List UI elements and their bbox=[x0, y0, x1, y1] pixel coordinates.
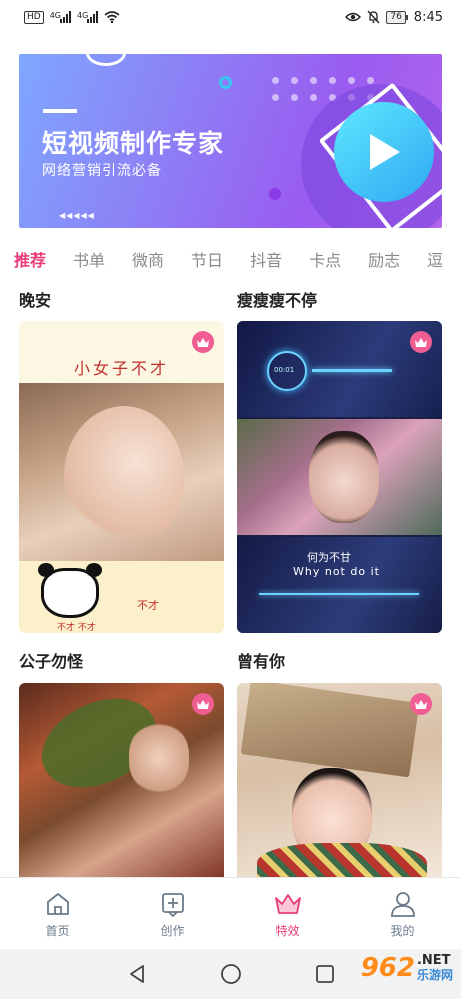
nav-label: 特效 bbox=[275, 924, 300, 938]
signal-icon: 4G bbox=[50, 11, 71, 23]
nav-create[interactable]: 创作 bbox=[115, 878, 230, 949]
nav-label: 首页 bbox=[45, 924, 70, 938]
status-left: HD 4G 4G bbox=[24, 10, 120, 24]
hd-chip: HD bbox=[24, 10, 44, 24]
card-clock-text: 00:01 bbox=[274, 366, 295, 374]
user-icon bbox=[390, 892, 415, 917]
crown-icon bbox=[192, 331, 214, 353]
template-card[interactable] bbox=[237, 683, 442, 883]
tab-funny[interactable]: 逗 bbox=[427, 247, 443, 271]
banner-dash bbox=[43, 109, 77, 113]
promo-banner[interactable]: 短视频制作专家 网络营销引流必备 ◀◀◀◀◀ bbox=[19, 54, 442, 228]
tab-douyin[interactable]: 抖音 bbox=[250, 247, 282, 271]
watermark-number: 962 bbox=[360, 953, 415, 983]
signal-icon: 4G bbox=[77, 11, 99, 23]
clock: 8:45 bbox=[413, 9, 443, 25]
recents-icon[interactable] bbox=[314, 963, 336, 985]
crown-icon bbox=[274, 894, 301, 914]
crown-icon bbox=[410, 331, 432, 353]
card-header-text: 小女子不才 bbox=[73, 359, 169, 378]
tab-inspiration[interactable]: 励志 bbox=[368, 247, 400, 271]
card-sub-text: 不才 不才 bbox=[57, 623, 96, 633]
status-right: 76 8:45 bbox=[345, 10, 443, 25]
status-bar: HD 4G 4G 76 8:45 bbox=[0, 0, 461, 34]
back-icon[interactable] bbox=[126, 963, 148, 985]
template-card[interactable]: 00:01 何为不甘 Why not do it bbox=[237, 321, 442, 633]
section-title: 公子勿怪 bbox=[19, 652, 84, 671]
banner-title: 短视频制作专家 bbox=[42, 129, 225, 158]
crown-icon bbox=[192, 693, 214, 715]
card-sub-text: 不才 bbox=[137, 599, 159, 612]
category-tabs: 推荐 书单 微商 节日 抖音 卡点 励志 逗 bbox=[0, 242, 461, 276]
site-watermark: 962 .NET 乐游网 bbox=[361, 953, 453, 983]
watermark-text: 乐游网 bbox=[416, 968, 453, 982]
tab-booklist[interactable]: 书单 bbox=[73, 247, 105, 271]
banner-subtitle: 网络营销引流必备 bbox=[42, 163, 162, 179]
template-card[interactable]: 小女子不才 不才 不才 不才 bbox=[19, 321, 224, 633]
section-title: 晚安 bbox=[19, 291, 52, 310]
nav-label: 我的 bbox=[390, 924, 415, 938]
tab-recommend[interactable]: 推荐 bbox=[14, 247, 46, 271]
watermark-suffix: .NET bbox=[416, 953, 451, 968]
tab-beat-sync[interactable]: 卡点 bbox=[309, 247, 341, 271]
home-icon bbox=[46, 893, 69, 915]
mute-bell-icon bbox=[367, 10, 380, 24]
decor-dot-ring bbox=[219, 76, 232, 89]
card-caption: Why not do it bbox=[293, 565, 380, 578]
nav-effects[interactable]: 特效 bbox=[230, 878, 345, 949]
eye-icon bbox=[345, 12, 362, 22]
card-caption: 何为不甘 bbox=[307, 551, 351, 564]
nav-me[interactable]: 我的 bbox=[345, 878, 460, 949]
tab-wechat-business[interactable]: 微商 bbox=[132, 247, 164, 271]
battery-icon: 76 bbox=[386, 10, 408, 24]
section-title: 曾有你 bbox=[237, 652, 286, 671]
decor-dot bbox=[269, 188, 281, 200]
panda-meme-image bbox=[38, 563, 102, 618]
bottom-nav: 首页 创作 特效 我的 bbox=[0, 877, 461, 949]
wifi-icon bbox=[104, 11, 120, 23]
card-photo bbox=[237, 419, 442, 535]
banner-arrows: ◀◀◀◀◀ bbox=[59, 211, 95, 220]
section-title: 瘦瘦瘦不停 bbox=[237, 291, 318, 310]
battery-level: 76 bbox=[386, 10, 406, 24]
nav-home[interactable]: 首页 bbox=[0, 878, 115, 949]
tab-holiday[interactable]: 节日 bbox=[191, 247, 223, 271]
play-icon bbox=[334, 102, 434, 202]
template-card[interactable] bbox=[19, 683, 224, 883]
home-circle-icon[interactable] bbox=[220, 963, 242, 985]
decor-ring bbox=[86, 54, 126, 66]
create-icon bbox=[161, 893, 184, 918]
nav-label: 创作 bbox=[160, 924, 185, 938]
crown-icon bbox=[410, 693, 432, 715]
